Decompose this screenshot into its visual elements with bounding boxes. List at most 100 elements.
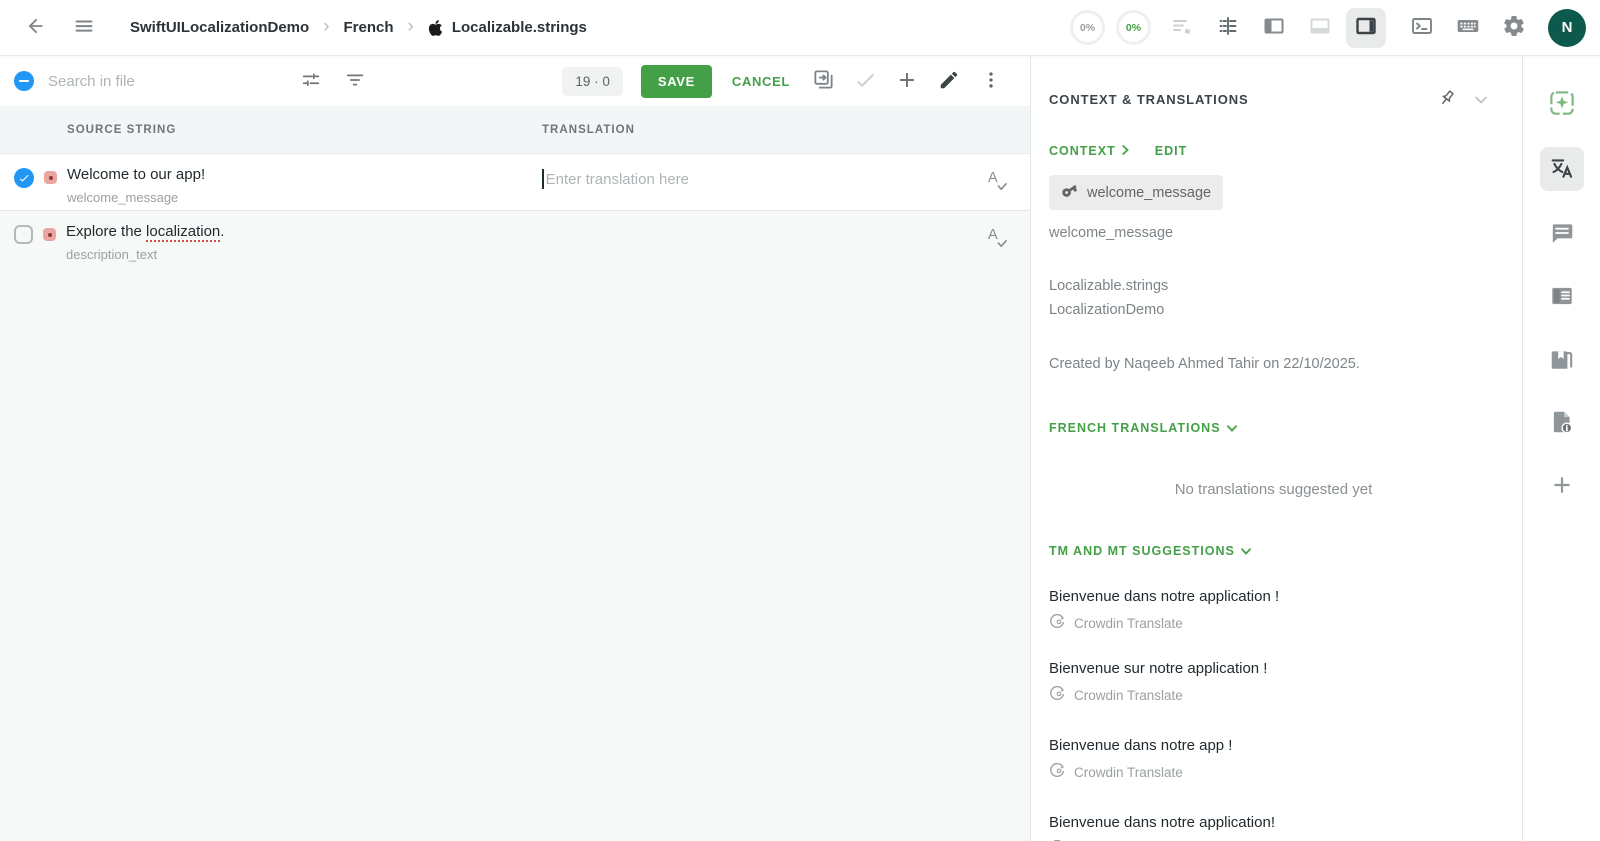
sliders-icon (300, 69, 322, 94)
chevron-right-icon: › (323, 15, 330, 37)
suggestion-item[interactable]: Bienvenue dans notre application ! Crowd… (1049, 588, 1498, 633)
editor-panel: 19 · 0 SAVE CANCEL SOURCE STRING TRANSLA… (0, 56, 1030, 841)
edit-string-button[interactable] (932, 64, 966, 98)
spellcheck-toggle[interactable]: A (986, 170, 1008, 192)
back-button[interactable] (16, 8, 56, 48)
hamburger-icon (73, 15, 95, 40)
context-details-tab[interactable] (1542, 277, 1582, 317)
copy-icon (812, 68, 835, 94)
crowdin-translate-icon (1049, 613, 1065, 633)
multicolumn-view-icon (1216, 14, 1240, 41)
shortcuts-button[interactable] (1448, 8, 1488, 48)
collapse-panel-button[interactable] (1464, 82, 1498, 116)
advanced-filter-button[interactable] (294, 64, 328, 98)
table-row[interactable]: Explore the localization. description_te… (0, 211, 1030, 270)
column-header-translation: TRANSLATION (542, 123, 635, 136)
chevron-right-icon: › (407, 15, 414, 37)
editor-toolbar: 19 · 0 SAVE CANCEL (0, 56, 1030, 106)
crowdin-translate-icon (1049, 762, 1065, 782)
search-input[interactable] (48, 72, 260, 90)
context-panel: CONTEXT & TRANSLATIONS CONTEXT EDIT welc… (1030, 56, 1522, 841)
plus-icon (1549, 472, 1575, 501)
comments-tab[interactable] (1542, 214, 1582, 254)
save-button[interactable]: SAVE (640, 64, 712, 98)
source-string: Welcome to our app! (67, 166, 206, 183)
edit-context-button[interactable]: EDIT (1155, 144, 1187, 158)
table-row[interactable]: Welcome to our app! welcome_message Ente… (0, 154, 1030, 211)
right-panel-icon (1354, 14, 1378, 41)
pin-panel-button[interactable] (1430, 82, 1464, 116)
suggestion-provider: Crowdin Translate (1074, 615, 1183, 631)
terminal-icon (1410, 14, 1434, 41)
misspelled-word: localization (146, 223, 221, 240)
right-panel-view-button[interactable] (1346, 7, 1386, 48)
ai-assistant-tab[interactable] (1542, 84, 1582, 124)
plus-icon (895, 68, 919, 95)
column-header-source: SOURCE STRING (67, 123, 177, 136)
string-key: welcome_message (67, 190, 179, 205)
comment-icon (1549, 220, 1575, 249)
translation-placeholder: Enter translation here (545, 170, 690, 188)
no-translations-message: No translations suggested yet (1174, 480, 1373, 498)
string-key-label: welcome_message (1049, 225, 1174, 241)
file-info-icon (1549, 409, 1575, 438)
suggestion-provider: Crowdin Translate (1074, 764, 1183, 780)
text-caret (542, 169, 544, 189)
approval-progress-ring[interactable]: 0% (1116, 10, 1151, 45)
file-info-tab[interactable] (1542, 403, 1582, 443)
crowdin-translate-icon (1049, 685, 1065, 705)
breadcrumb-file[interactable]: Localizable.strings (428, 19, 587, 37)
context-section-toggle[interactable]: CONTEXT (1049, 144, 1129, 158)
context-project-name: LocalizationDemo (1049, 301, 1165, 318)
breadcrumb-project[interactable]: SwiftUILocalizationDemo (130, 19, 309, 36)
bottom-panel-icon (1308, 14, 1332, 41)
french-translations-section-toggle[interactable]: FRENCH TRANSLATIONS (1049, 421, 1237, 435)
suggestion-item[interactable]: Bienvenue dans notre app ! Crowdin Trans… (1049, 737, 1498, 782)
avatar[interactable]: N (1548, 8, 1586, 47)
translations-tab[interactable] (1539, 147, 1584, 191)
tm-mt-section-toggle[interactable]: TM AND MT SUGGESTIONS (1049, 544, 1251, 558)
translation-progress-ring[interactable]: 0% (1070, 10, 1105, 45)
lines-pencil-icon (1170, 14, 1194, 41)
left-panel-icon (1262, 14, 1286, 41)
bottom-panel-view-button[interactable] (1300, 8, 1340, 48)
approve-button[interactable] (848, 64, 882, 98)
copy-source-button[interactable] (806, 64, 840, 98)
panel-tab-strip (1522, 56, 1600, 841)
apple-icon (428, 19, 443, 37)
draft-translations-button[interactable] (1162, 8, 1202, 48)
left-panel-view-button[interactable] (1254, 8, 1294, 48)
spellcheck-toggle[interactable]: A (986, 227, 1008, 249)
key-icon (1061, 182, 1078, 203)
filter-button[interactable] (338, 64, 372, 98)
pencil-icon (938, 69, 960, 94)
string-key-chip[interactable]: welcome_message (1049, 175, 1224, 210)
source-string: Explore the localization. (66, 223, 225, 240)
side-by-side-view-button[interactable] (1208, 8, 1248, 48)
string-key: description_text (66, 247, 158, 262)
cancel-button[interactable]: CANCEL (732, 74, 790, 89)
chevron-down-small-icon (1240, 544, 1251, 558)
suggestion-item[interactable]: Bienvenue dans notre application! Crowdi… (1049, 814, 1498, 841)
select-all-checkbox[interactable] (14, 71, 34, 91)
add-panel-tab[interactable] (1542, 466, 1582, 506)
row-checkbox-unchecked[interactable] (14, 225, 33, 244)
glossary-tab[interactable] (1542, 340, 1582, 380)
main-menu-button[interactable] (64, 8, 104, 48)
breadcrumb-language[interactable]: French (344, 19, 394, 36)
settings-button[interactable] (1494, 8, 1534, 48)
suggestion-text: Bienvenue dans notre application ! (1049, 587, 1280, 605)
suggestion-text: Bienvenue dans notre application! (1049, 813, 1275, 831)
row-checkbox-checked[interactable] (14, 168, 34, 188)
translate-icon (1548, 154, 1576, 185)
top-bar: SwiftUILocalizationDemo › French › Local… (0, 0, 1600, 56)
translation-input[interactable]: Enter translation here (542, 169, 689, 189)
suggestion-provider: Crowdin Translate (1074, 687, 1183, 703)
console-button[interactable] (1402, 8, 1442, 48)
more-options-button[interactable] (974, 64, 1008, 98)
add-string-button[interactable] (890, 64, 924, 98)
table-header: SOURCE STRING TRANSLATION (0, 106, 1030, 154)
keyboard-icon (1455, 13, 1481, 42)
suggestion-item[interactable]: Bienvenue sur notre application ! Crowdi… (1049, 660, 1498, 705)
books-icon (1549, 346, 1575, 375)
